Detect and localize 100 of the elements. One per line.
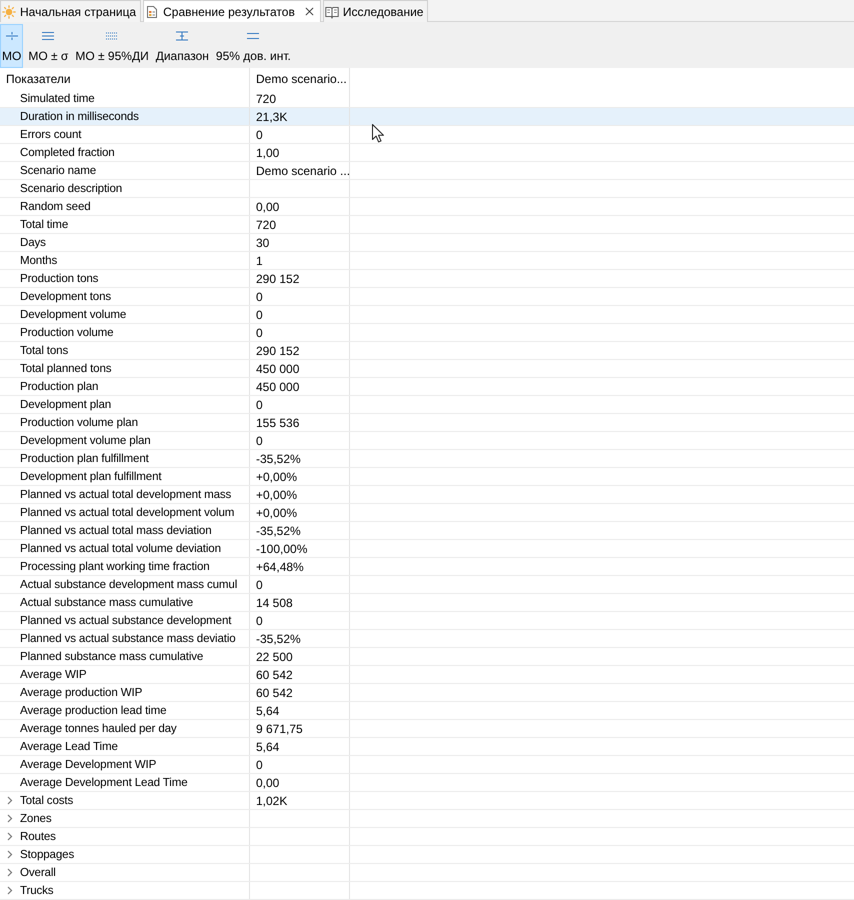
cell-value: +0,00%	[256, 470, 298, 484]
row-label: Planned vs actual substance mass deviatio	[20, 632, 236, 645]
table-row[interactable]: Total costs 1,02K	[0, 792, 854, 810]
table-row[interactable]: Planned vs actual substance mass deviatio -35,52%	[0, 630, 854, 648]
close-icon[interactable]	[304, 7, 314, 16]
cell-value: 30	[256, 236, 270, 250]
cell-value: 5,64	[256, 704, 280, 718]
row-label: Stoppages	[20, 848, 74, 861]
table-row[interactable]: Average production WIP 60 542	[0, 684, 854, 702]
table-row[interactable]: Random seed 0,00	[0, 198, 854, 216]
tab[interactable]: Исследование	[322, 0, 428, 22]
mouse-pointer-icon	[372, 124, 384, 143]
cell-value: 720	[256, 218, 276, 232]
row-label: Total tons	[20, 344, 68, 357]
chevron-icon[interactable]	[7, 814, 13, 823]
row-label: Trucks	[20, 884, 54, 897]
row-label: Completed fraction	[20, 146, 115, 159]
row-label: Average Development WIP	[20, 758, 156, 771]
chevron-icon[interactable]	[7, 796, 13, 805]
table-row[interactable]: Development plan 0	[0, 396, 854, 414]
table-row[interactable]: Average production lead time 5,64	[0, 702, 854, 720]
table-row[interactable]: Months 1	[0, 252, 854, 270]
cell-value: 0	[256, 326, 263, 340]
chevron-icon[interactable]	[7, 868, 13, 877]
table-row[interactable]: Planned substance mass cumulative 22 500	[0, 648, 854, 666]
table-row[interactable]: Development tons 0	[0, 288, 854, 306]
cell-value: 290 152	[256, 344, 300, 358]
cell-value: 450 000	[256, 380, 300, 394]
table-row[interactable]: Production volume plan 155 536	[0, 414, 854, 432]
row-label: Actual substance mass cumulative	[20, 596, 194, 609]
table-row[interactable]: Planned vs actual total mass deviation -35,52%	[0, 522, 854, 540]
table-row[interactable]: Total tons 290 152	[0, 342, 854, 360]
table-row[interactable]: Scenario name Demo scenario ...	[0, 162, 854, 180]
row-label: Planned vs actual substance development	[20, 614, 232, 627]
cell-value: 0	[256, 614, 263, 628]
table-row[interactable]: Development volume 0	[0, 306, 854, 324]
row-label: Total time	[20, 218, 68, 231]
row-label: Simulated time	[20, 92, 95, 105]
row-label: Scenario description	[20, 182, 122, 195]
cell-value: 60 542	[256, 668, 293, 682]
cell-value: 14 508	[256, 596, 293, 610]
row-label: Development plan fulfillment	[20, 470, 162, 483]
table-row[interactable]: Planned vs actual total development volum +0,00%	[0, 504, 854, 522]
cell-value: +64,48%	[256, 560, 304, 574]
table-row[interactable]: Production plan 450 000	[0, 378, 854, 396]
row-label: Planned vs actual total volume deviation	[20, 542, 221, 555]
chevron-icon[interactable]	[7, 850, 13, 859]
table-row[interactable]: Average Development WIP 0	[0, 756, 854, 774]
tab[interactable]: Сравнение результатов	[143, 0, 321, 22]
table-row[interactable]: Development volume plan 0	[0, 432, 854, 450]
table-row[interactable]: Average Lead Time 5,64	[0, 738, 854, 756]
table-row[interactable]: Total planned tons 450 000	[0, 360, 854, 378]
table-row[interactable]: Days 30	[0, 234, 854, 252]
toolbar-button[interactable]: Диапазон	[154, 24, 211, 68]
table-row[interactable]: Trucks	[0, 882, 854, 900]
table-row[interactable]: Actual substance development mass cumul 0	[0, 576, 854, 594]
cell-value: -35,52%	[256, 524, 301, 538]
chevron-icon[interactable]	[7, 832, 13, 841]
column-header[interactable]: Показатели	[6, 72, 71, 86]
toolbar-button[interactable]: МО ± 95%ДИ	[73, 24, 151, 68]
table-row[interactable]: Actual substance mass cumulative 14 508	[0, 594, 854, 612]
row-label: Development volume	[20, 308, 126, 321]
table-row[interactable]: Planned vs actual total development mass +0,00%	[0, 486, 854, 504]
row-label: Overall	[20, 866, 56, 879]
row-label: Average tonnes hauled per day	[20, 722, 177, 735]
table-row[interactable]: Production plan fulfillment -35,52%	[0, 450, 854, 468]
table-row[interactable]: Production tons 290 152	[0, 270, 854, 288]
row-label: Average Development Lead Time	[20, 776, 188, 789]
cell-value: 1,00	[256, 146, 280, 160]
toolbar-button[interactable]: 95% дов. инт.	[214, 24, 293, 68]
table-row[interactable]: Zones	[0, 810, 854, 828]
row-label: Months	[20, 254, 58, 267]
table-row[interactable]: Scenario description	[0, 180, 854, 198]
table-row[interactable]: Overall	[0, 864, 854, 882]
row-label: Development volume plan	[20, 434, 151, 447]
table-row[interactable]: Average Development Lead Time 0,00	[0, 774, 854, 792]
table-row[interactable]: Completed fraction 1,00	[0, 144, 854, 162]
row-label: Days	[20, 236, 46, 249]
row-label: Scenario name	[20, 164, 96, 177]
table-row[interactable]: Production volume 0	[0, 324, 854, 342]
cell-value: 0	[256, 290, 263, 304]
row-label: Average production WIP	[20, 686, 142, 699]
tab[interactable]: Начальная страница	[0, 0, 142, 22]
table-row[interactable]: Total time 720	[0, 216, 854, 234]
row-label: Planned vs actual total mass deviation	[20, 524, 212, 537]
table-row[interactable]: Stoppages	[0, 846, 854, 864]
table-row[interactable]: Routes	[0, 828, 854, 846]
table-row[interactable]: Duration in milliseconds 21,3K	[0, 108, 854, 126]
table-row[interactable]: Processing plant working time fraction +64,48%	[0, 558, 854, 576]
table-row[interactable]: Average tonnes hauled per day 9 671,75	[0, 720, 854, 738]
row-label: Planned vs actual total development mass	[20, 488, 232, 501]
toolbar-button[interactable]: МО ± σ	[26, 24, 70, 68]
column-header[interactable]: Demo scenario...	[256, 72, 347, 86]
table-row[interactable]: Average WIP 60 542	[0, 666, 854, 684]
toolbar-button[interactable]: МО	[0, 24, 24, 68]
cell-value: 0	[256, 308, 263, 322]
chevron-icon[interactable]	[7, 886, 13, 895]
table-row[interactable]: Planned vs actual total volume deviation -100,00%	[0, 540, 854, 558]
table-row[interactable]: Development plan fulfillment +0,00%	[0, 468, 854, 486]
table-row[interactable]: Planned vs actual substance development 0	[0, 612, 854, 630]
